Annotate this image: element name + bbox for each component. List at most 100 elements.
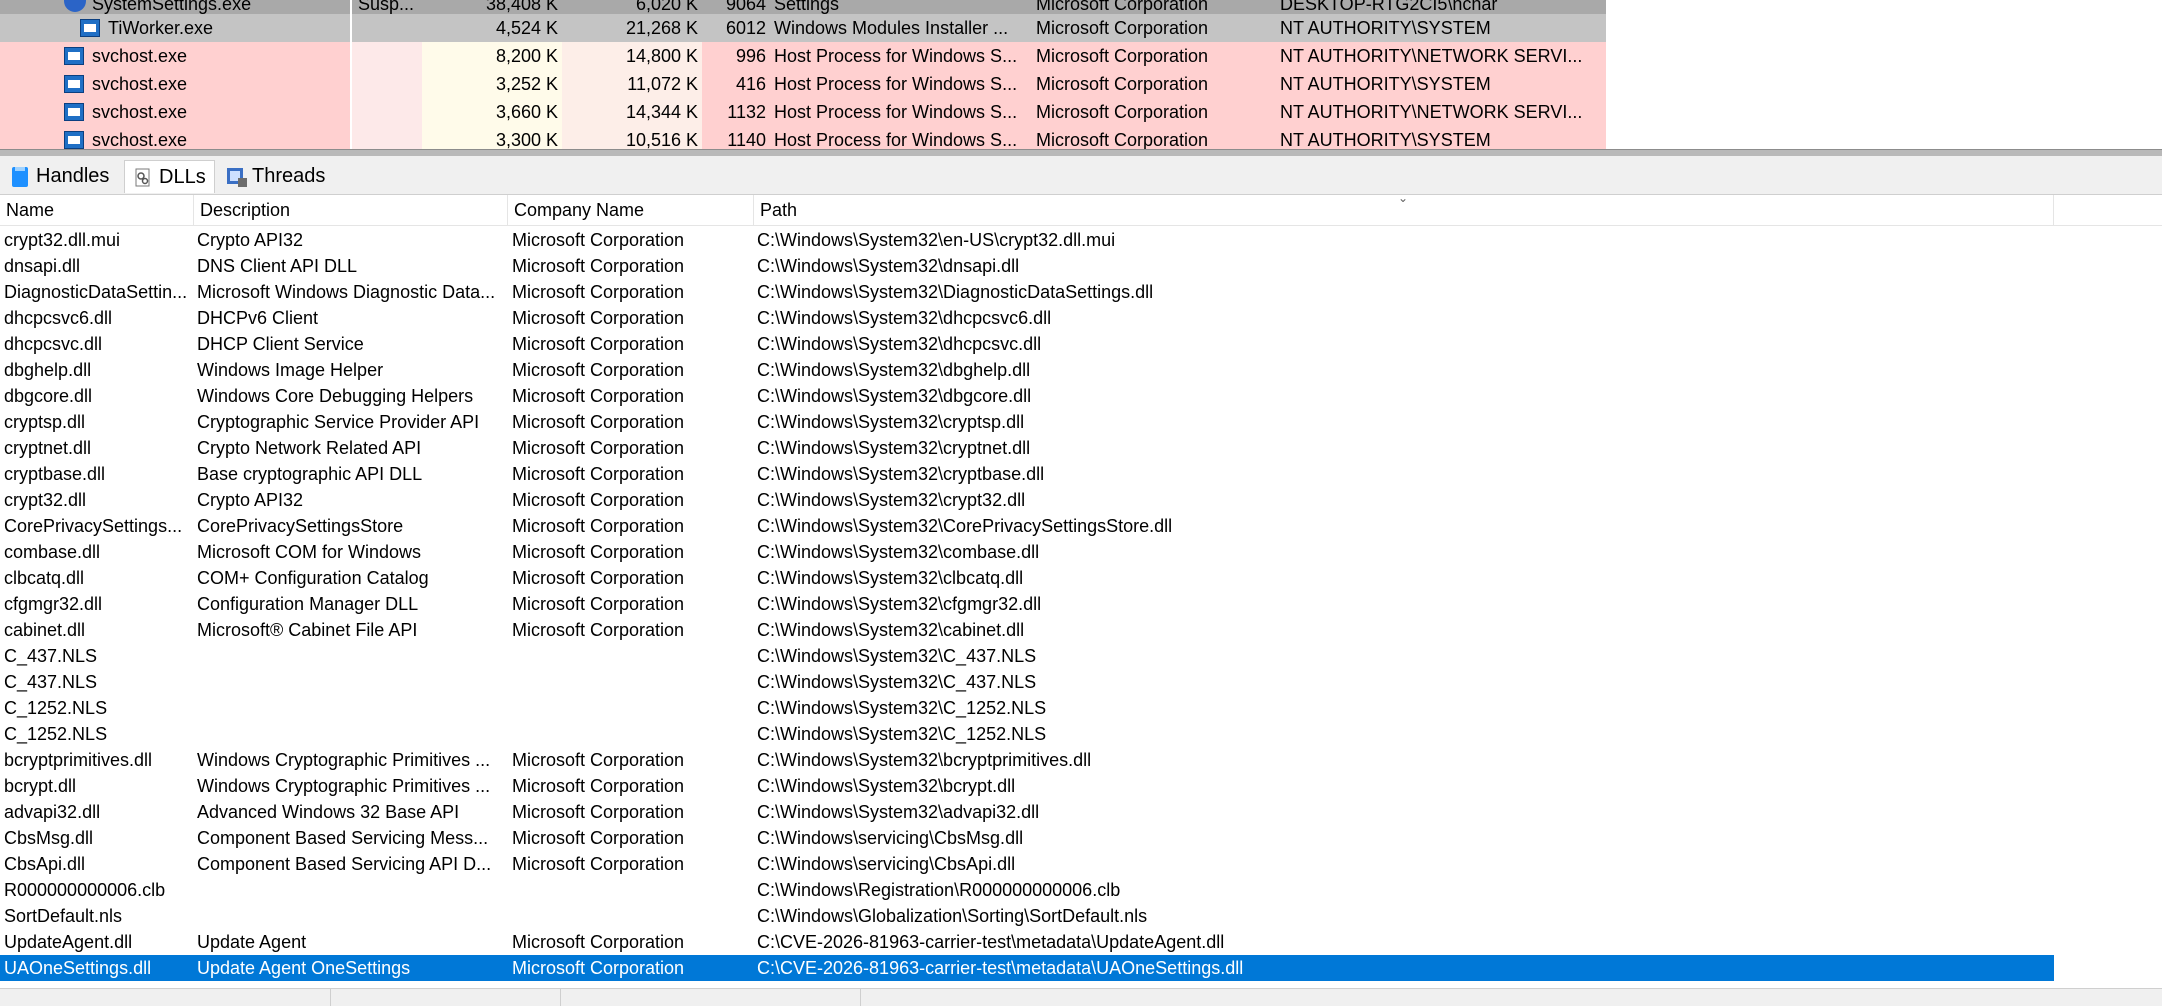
dll-row[interactable]: UpdateAgent.dll Update Agent Microsoft Cor… bbox=[0, 929, 2054, 955]
dll-company: Microsoft Corporation bbox=[512, 854, 685, 874]
dll-path: C:\Windows\System32\dbgcore.dll bbox=[757, 386, 1032, 406]
process-pid: 6012 bbox=[725, 18, 766, 38]
dlls-icon bbox=[133, 167, 153, 187]
dll-path: C:\Windows\System32\advapi32.dll bbox=[757, 802, 1040, 822]
process-list[interactable]: SystemSettings.exe Susp... 38,408 K 6,020 K… bbox=[0, 0, 2162, 149]
dll-description: Microsoft Windows Diagnostic Data... bbox=[197, 282, 496, 302]
process-row[interactable]: svchost.exe 3,660 K 14,344 K 1132 Host Proce… bbox=[0, 98, 1606, 126]
dll-description: CorePrivacySettingsStore bbox=[197, 516, 404, 536]
process-description: Windows Modules Installer ... bbox=[774, 18, 1009, 38]
dll-path: C:\Windows\System32\clbcatq.dll bbox=[757, 568, 1024, 588]
dll-row[interactable]: DiagnosticDataSettin... Microsoft Windows… bbox=[0, 279, 2054, 305]
column-header-company[interactable]: Company Name bbox=[508, 195, 754, 225]
process-row[interactable]: TiWorker.exe 4,524 K 21,268 K 6012 Windows M… bbox=[0, 14, 1606, 42]
dll-path: C:\Windows\System32\CorePrivacySettingsS… bbox=[757, 516, 1173, 536]
dll-company: Microsoft Corporation bbox=[512, 464, 685, 484]
column-header-description[interactable]: Description bbox=[194, 195, 508, 225]
dll-row[interactable]: CbsMsg.dll Component Based Servicing Mess… bbox=[0, 825, 2054, 851]
process-icon bbox=[64, 75, 84, 93]
dll-row[interactable]: dnsapi.dll DNS Client API DLL Microsoft Co… bbox=[0, 253, 2054, 279]
dll-row[interactable]: C_437.NLS C:\Windows\System32\C_437.NLS bbox=[0, 669, 2054, 695]
dll-description: Windows Core Debugging Helpers bbox=[197, 386, 474, 406]
dll-row[interactable]: C_1252.NLS C:\Windows\System32\C_1252.NLS bbox=[0, 721, 2054, 747]
dll-name: bcryptprimitives.dll bbox=[4, 750, 153, 770]
dll-row[interactable]: C_1252.NLS C:\Windows\System32\C_1252.NLS bbox=[0, 695, 2054, 721]
process-status bbox=[358, 98, 422, 126]
dll-row[interactable]: cabinet.dll Microsoft® Cabinet File API Mi… bbox=[0, 617, 2054, 643]
dll-path: C:\Windows\servicing\CbsMsg.dll bbox=[757, 828, 1024, 848]
dll-name: dbgcore.dll bbox=[4, 386, 93, 406]
dll-name: dhcpcsvc6.dll bbox=[4, 308, 113, 328]
dll-company: Microsoft Corporation bbox=[512, 334, 685, 354]
dll-row[interactable]: SortDefault.nls C:\Windows\Globalization\… bbox=[0, 903, 2054, 929]
tab-dlls[interactable]: DLLs bbox=[124, 160, 215, 193]
dll-description: Windows Cryptographic Primitives ... bbox=[197, 750, 491, 770]
dll-path: C:\Windows\System32\en-US\crypt32.dll.mu… bbox=[757, 230, 1116, 250]
dll-description: Windows Cryptographic Primitives ... bbox=[197, 776, 491, 796]
dll-row[interactable]: cryptnet.dll Crypto Network Related API Mi… bbox=[0, 435, 2054, 461]
dll-path: C:\Windows\System32\dhcpcsvc6.dll bbox=[757, 308, 1052, 328]
dll-row[interactable]: crypt32.dll Crypto API32 Microsoft Corpora… bbox=[0, 487, 2054, 513]
dll-path: C:\Windows\System32\C_437.NLS bbox=[757, 672, 1037, 692]
dll-path: C:\Windows\System32\crypt32.dll bbox=[757, 490, 1026, 510]
dll-row[interactable]: CbsApi.dll Component Based Servicing API … bbox=[0, 851, 2054, 877]
dll-company: Microsoft Corporation bbox=[512, 490, 685, 510]
status-segment bbox=[330, 989, 561, 1006]
dll-row[interactable]: dhcpcsvc.dll DHCP Client Service Microsoft… bbox=[0, 331, 2054, 357]
dll-company: Microsoft Corporation bbox=[512, 776, 685, 796]
column-header-name[interactable]: Name bbox=[0, 195, 194, 225]
process-description: Host Process for Windows S... bbox=[774, 130, 1018, 149]
dll-row[interactable]: crypt32.dll.mui Crypto API32 Microsoft Cor… bbox=[0, 227, 2054, 253]
handles-icon bbox=[10, 166, 30, 187]
dll-row[interactable]: cfgmgr32.dll Configuration Manager DLL Mic… bbox=[0, 591, 2054, 617]
dll-company: Microsoft Corporation bbox=[512, 256, 685, 276]
dll-path: C:\Windows\System32\cryptsp.dll bbox=[757, 412, 1025, 432]
dll-row[interactable]: CorePrivacySettings... CorePrivacySetting… bbox=[0, 513, 2054, 539]
dll-company: Microsoft Corporation bbox=[512, 568, 685, 588]
dll-list[interactable]: crypt32.dll.mui Crypto API32 Microsoft Cor… bbox=[0, 227, 2054, 981]
dll-path: C:\Windows\Globalization\Sorting\SortDef… bbox=[757, 906, 1148, 926]
dll-name: cabinet.dll bbox=[4, 620, 86, 640]
private-bytes: 3,660 K bbox=[495, 102, 558, 122]
dll-row[interactable]: bcryptprimitives.dll Windows Cryptographi… bbox=[0, 747, 2054, 773]
tab-threads-label: Threads bbox=[252, 165, 326, 187]
dll-row[interactable]: advapi32.dll Advanced Windows 32 Base API… bbox=[0, 799, 2054, 825]
dll-row[interactable]: cryptbase.dll Base cryptographic API DLL M… bbox=[0, 461, 2054, 487]
dll-path: C:\Windows\System32\dbghelp.dll bbox=[757, 360, 1031, 380]
dll-row[interactable]: cryptsp.dll Cryptographic Service Provide… bbox=[0, 409, 2054, 435]
dll-company: Microsoft Corporation bbox=[512, 620, 685, 640]
dll-row[interactable]: bcrypt.dll Windows Cryptographic Primitiv… bbox=[0, 773, 2054, 799]
dll-row[interactable]: dhcpcsvc6.dll DHCPv6 Client Microsoft Corp… bbox=[0, 305, 2054, 331]
dll-row[interactable]: combase.dll Microsoft COM for Windows Micr… bbox=[0, 539, 2054, 565]
process-name: svchost.exe bbox=[92, 102, 188, 122]
process-pid: 1132 bbox=[727, 102, 766, 122]
dll-description: Crypto Network Related API bbox=[197, 438, 422, 458]
dll-row[interactable]: dbghelp.dll Windows Image Helper Microsoft… bbox=[0, 357, 2054, 383]
dll-name: CorePrivacySettings... bbox=[4, 516, 183, 536]
process-row[interactable]: svchost.exe 3,252 K 11,072 K 416 Host Proces… bbox=[0, 70, 1606, 98]
dll-company: Microsoft Corporation bbox=[512, 542, 685, 562]
working-set: 10,516 K bbox=[625, 130, 698, 149]
process-icon bbox=[64, 103, 84, 121]
dll-company: Microsoft Corporation bbox=[512, 360, 685, 380]
dll-row[interactable]: clbcatq.dll COM+ Configuration Catalog Mic… bbox=[0, 565, 2054, 591]
process-row[interactable]: svchost.exe 8,200 K 14,800 K 996 Host Proces… bbox=[0, 42, 1606, 70]
dll-row[interactable]: R000000000006.clb C:\Windows\Registration… bbox=[0, 877, 2054, 903]
process-description: Host Process for Windows S... bbox=[774, 46, 1018, 66]
dll-row[interactable]: dbgcore.dll Windows Core Debugging Helper… bbox=[0, 383, 2054, 409]
dll-name: cryptsp.dll bbox=[4, 412, 86, 432]
process-description: Host Process for Windows S... bbox=[774, 74, 1018, 94]
tab-threads[interactable]: Threads bbox=[218, 160, 333, 192]
process-pid: 1140 bbox=[727, 130, 766, 149]
tab-handles[interactable]: Handles bbox=[2, 160, 117, 192]
dll-row-selected[interactable]: UAOneSettings.dll Update Agent OneSetting… bbox=[0, 955, 2054, 981]
process-row[interactable]: svchost.exe 3,300 K 10,516 K 1140 Host Proce… bbox=[0, 126, 1606, 149]
dll-company: Microsoft Corporation bbox=[512, 386, 685, 406]
dll-path: C:\Windows\Registration\R000000000006.cl… bbox=[757, 880, 1121, 900]
dll-row[interactable]: C_437.NLS C:\Windows\System32\C_437.NLS bbox=[0, 643, 2054, 669]
pane-splitter[interactable] bbox=[0, 149, 2162, 156]
dll-path: C:\CVE-2026-81963-carrier-test\metadata\… bbox=[757, 932, 1225, 952]
status-segment bbox=[560, 989, 861, 1006]
process-pid: 996 bbox=[735, 46, 766, 66]
dll-path: C:\Windows\System32\C_1252.NLS bbox=[757, 698, 1047, 718]
